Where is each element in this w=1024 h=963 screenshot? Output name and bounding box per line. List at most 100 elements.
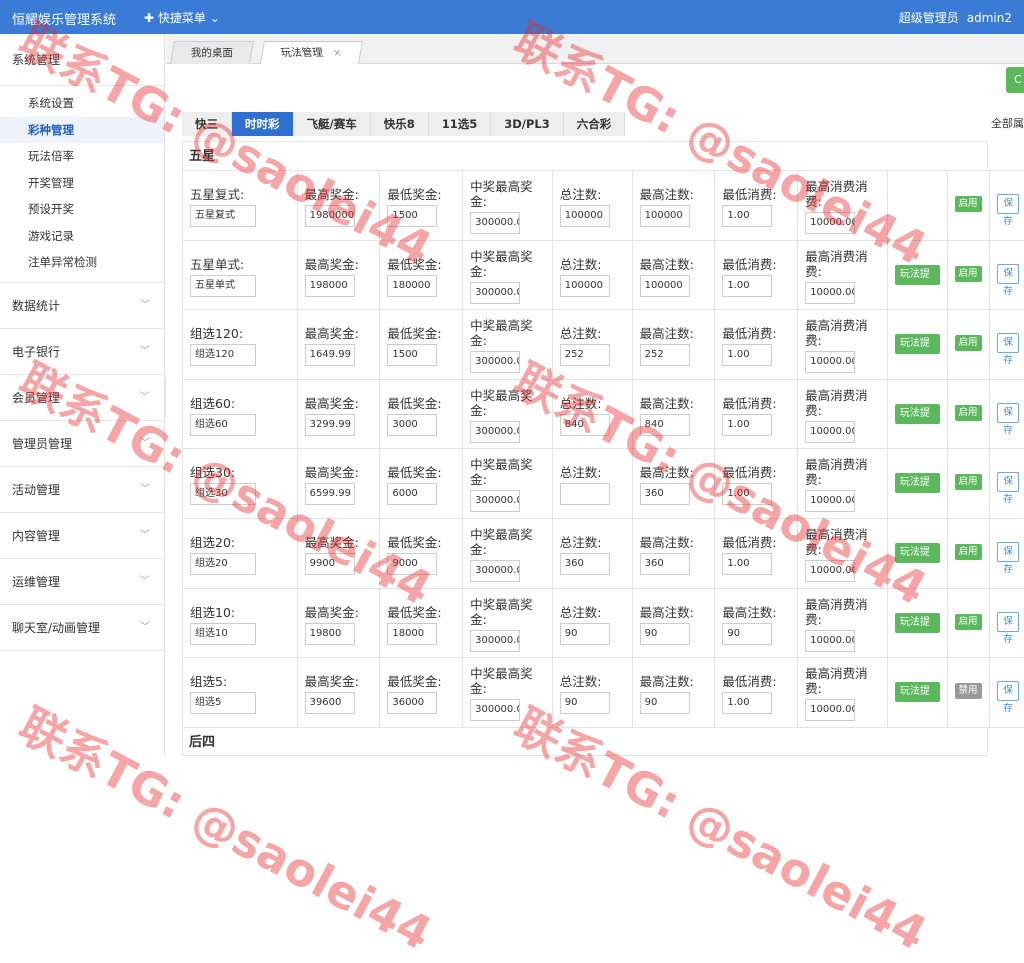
save-button[interactable]: 保存: [997, 681, 1019, 701]
max-prize-field[interactable]: 19800: [305, 623, 355, 645]
sidebar-group-activity[interactable]: 活动管理﹀: [0, 467, 164, 513]
min-spend-field[interactable]: 90: [722, 623, 772, 645]
sidebar-item-game-records[interactable]: 游戏记录: [0, 223, 164, 250]
name-field[interactable]: 组选30: [190, 483, 256, 505]
max-prize-field[interactable]: 1649.99: [305, 344, 355, 366]
max-bets-field[interactable]: 252: [640, 344, 690, 366]
tab-pk10[interactable]: 飞艇/赛车: [294, 112, 371, 136]
sidebar-item-play-rate[interactable]: 玩法倍率: [0, 143, 164, 170]
min-prize-field[interactable]: 3000: [387, 414, 437, 436]
status-badge[interactable]: 启用: [955, 266, 982, 282]
max-prize-field[interactable]: 9900: [305, 553, 355, 575]
min-spend-field[interactable]: 1.00: [722, 414, 772, 436]
min-spend-field[interactable]: 1.00: [722, 205, 772, 227]
sidebar-group-ebank[interactable]: 电子银行﹀: [0, 329, 164, 375]
save-button[interactable]: 保存: [997, 542, 1019, 562]
min-prize-field[interactable]: 36000: [387, 692, 437, 714]
sidebar-item-bet-anomaly[interactable]: 注单异常检测: [0, 249, 164, 276]
max-bets-field[interactable]: 90: [640, 623, 690, 645]
total-bets-field[interactable]: 360: [560, 553, 610, 575]
max-spend-field[interactable]: 10000.00: [805, 351, 855, 373]
win-max-field[interactable]: 300000.0: [470, 490, 520, 512]
save-button[interactable]: 保存: [997, 264, 1019, 284]
tab-play-management[interactable]: 玩法管理×: [260, 41, 363, 64]
sidebar-item-lottery-management[interactable]: 彩种管理: [0, 117, 164, 144]
win-max-field[interactable]: 300000.0: [470, 282, 520, 304]
status-badge[interactable]: 启用: [955, 335, 982, 351]
save-button[interactable]: 保存: [997, 194, 1019, 214]
status-badge[interactable]: 启用: [955, 614, 982, 630]
save-button[interactable]: 保存: [997, 333, 1019, 353]
tab-my-desktop[interactable]: 我的桌面: [170, 41, 254, 64]
min-prize-field[interactable]: 9000: [387, 553, 437, 575]
min-spend-field[interactable]: 1.00: [722, 553, 772, 575]
sidebar-group-system[interactable]: 系统管理: [0, 34, 164, 86]
max-prize-field[interactable]: 3299.99: [305, 414, 355, 436]
max-spend-field[interactable]: 10000.00: [805, 421, 855, 443]
name-field[interactable]: 组选10: [190, 623, 256, 645]
play-tip-button[interactable]: 玩法提示: [895, 334, 940, 354]
total-bets-field[interactable]: 252: [560, 344, 610, 366]
play-tip-button[interactable]: 玩法提示: [895, 543, 940, 563]
play-tip-button[interactable]: 玩法提示: [895, 613, 940, 633]
play-tip-button[interactable]: 玩法提示: [895, 404, 940, 424]
tab-lhc[interactable]: 六合彩: [564, 112, 626, 136]
max-bets-field[interactable]: 360: [640, 483, 690, 505]
max-bets-field[interactable]: 100000: [640, 275, 690, 297]
max-spend-field[interactable]: 10000.00: [805, 212, 855, 234]
total-bets-field[interactable]: 840: [560, 414, 610, 436]
max-spend-field[interactable]: 10000.00: [805, 282, 855, 304]
win-max-field[interactable]: 300000.0: [470, 421, 520, 443]
name-field[interactable]: 组选20: [190, 553, 256, 575]
name-field[interactable]: 五星单式: [190, 275, 256, 297]
max-spend-field[interactable]: 10000.00: [805, 560, 855, 582]
play-tip-button[interactable]: 玩法提示: [895, 265, 940, 285]
min-spend-field[interactable]: 1.00: [722, 692, 772, 714]
max-prize-field[interactable]: 6599.99: [305, 483, 355, 505]
min-prize-field[interactable]: 1500: [387, 205, 437, 227]
sidebar-group-content[interactable]: 内容管理﹀: [0, 513, 164, 559]
sidebar-item-preset-draw[interactable]: 预设开奖: [0, 196, 164, 223]
sidebar-group-stats[interactable]: 数据统计﹀: [0, 283, 164, 329]
add-button[interactable]: C: [1006, 67, 1024, 93]
tab-kl8[interactable]: 快乐8: [371, 112, 429, 136]
max-spend-field[interactable]: 10000.00: [805, 630, 855, 652]
win-max-field[interactable]: 300000.0: [470, 212, 520, 234]
user-menu[interactable]: 超级管理员admin2: [891, 9, 1012, 26]
sidebar-item-system-settings[interactable]: 系统设置: [0, 90, 164, 117]
max-prize-field[interactable]: 1980000: [305, 205, 355, 227]
min-spend-field[interactable]: 1.00: [722, 275, 772, 297]
max-bets-field[interactable]: 100000: [640, 205, 690, 227]
sidebar-group-ops[interactable]: 运维管理﹀: [0, 559, 164, 605]
total-bets-field[interactable]: 100000: [560, 275, 610, 297]
name-field[interactable]: 组选120: [190, 344, 256, 366]
play-tip-button[interactable]: 玩法提示: [895, 682, 940, 702]
total-bets-field[interactable]: 90: [560, 692, 610, 714]
tab-k3[interactable]: 快三: [182, 112, 232, 136]
max-prize-field[interactable]: 198000: [305, 275, 355, 297]
save-button[interactable]: 保存: [997, 472, 1019, 492]
win-max-field[interactable]: 300000.0: [470, 351, 520, 373]
status-badge[interactable]: 禁用: [955, 683, 982, 699]
all-filter[interactable]: 全部属: [991, 115, 1024, 131]
min-prize-field[interactable]: 1500: [387, 344, 437, 366]
status-badge[interactable]: 启用: [955, 405, 982, 421]
min-prize-field[interactable]: 18000: [387, 623, 437, 645]
tab-11x5[interactable]: 11选5: [429, 112, 492, 136]
close-icon[interactable]: ×: [331, 42, 344, 64]
total-bets-field[interactable]: 100000: [560, 205, 610, 227]
status-badge[interactable]: 启用: [955, 196, 982, 212]
min-prize-field[interactable]: 180000: [387, 275, 437, 297]
max-spend-field[interactable]: 10000.00: [805, 699, 855, 721]
max-prize-field[interactable]: 39600: [305, 692, 355, 714]
max-spend-field[interactable]: 10000.00: [805, 490, 855, 512]
min-prize-field[interactable]: 6000: [387, 483, 437, 505]
win-max-field[interactable]: 300000.0: [470, 630, 520, 652]
play-tip-button[interactable]: 玩法提示: [895, 473, 940, 493]
status-badge[interactable]: 启用: [955, 474, 982, 490]
save-button[interactable]: 保存: [997, 403, 1019, 423]
tab-ssc[interactable]: 时时彩: [232, 112, 294, 136]
name-field[interactable]: 组选5: [190, 692, 256, 714]
total-bets-field[interactable]: 90: [560, 623, 610, 645]
quick-menu-button[interactable]: ✚ 快捷菜单 ⌄: [144, 9, 220, 26]
